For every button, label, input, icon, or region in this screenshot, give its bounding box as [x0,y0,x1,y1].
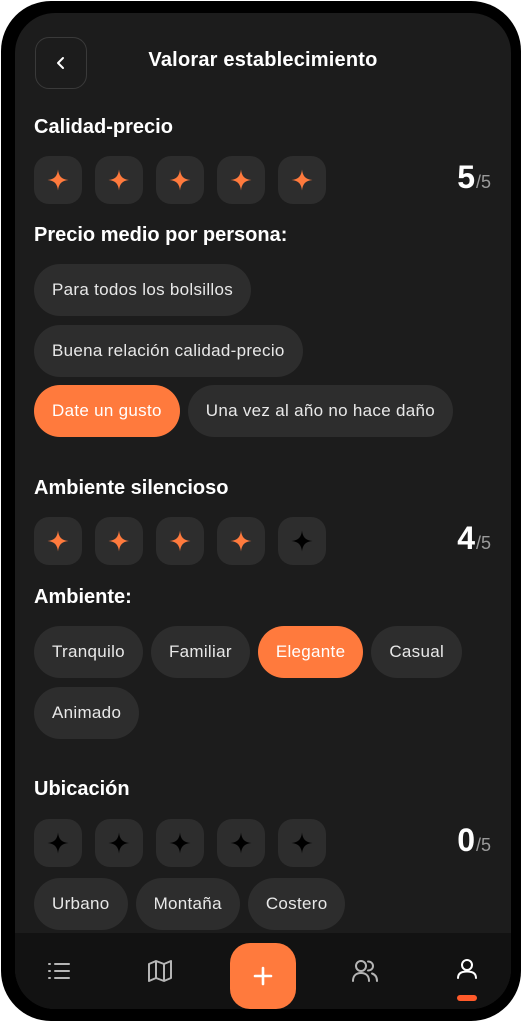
star-icon [169,530,191,552]
star-icon [230,832,252,854]
chip-option[interactable]: Para todos los bolsillos [34,264,252,316]
chip-option[interactable]: Animado [34,687,140,739]
star-icon [47,832,69,854]
star-icon [108,530,130,552]
rating-score: 4 /5 [457,520,491,557]
star-button[interactable] [95,517,143,565]
tab-list[interactable] [29,933,89,1009]
rating-stars[interactable] [34,819,326,867]
chip-option[interactable]: Urbano [34,878,128,930]
score-max: /5 [475,835,491,855]
star-icon [291,832,313,854]
score-value: 4 [457,520,475,556]
bottom-tab-bar [15,933,511,1009]
score-value: 0 [457,822,475,858]
chip-option[interactable]: Una vez al año no hace daño [187,385,454,437]
profile-icon [457,959,477,979]
star-button[interactable] [34,156,82,204]
score-value: 5 [457,159,475,195]
star-icon [230,530,252,552]
chip-option[interactable]: Montaña [135,878,240,930]
section-title-ubicacion: Ubicación [34,778,130,800]
chip-row: Urbano Montaña Costero [34,878,346,930]
tab-users[interactable] [335,933,395,1009]
phone-frame: Valorar establecimiento Calidad-precio 5… [1,1,521,1021]
star-icon [169,832,191,854]
star-button[interactable] [156,517,204,565]
chip-row: Date un gusto Una vez al año no hace dañ… [34,385,454,437]
star-button[interactable] [217,156,265,204]
star-icon [47,169,69,191]
page-title: Valorar establecimiento [148,49,378,71]
tab-map[interactable] [130,933,190,1009]
star-button[interactable] [95,819,143,867]
star-icon [291,530,313,552]
star-icon [108,169,130,191]
star-icon [230,169,252,191]
star-button[interactable] [278,819,326,867]
score-max: /5 [475,172,491,192]
chip-option[interactable]: Familiar [150,626,250,678]
star-button[interactable] [34,517,82,565]
rating-stars[interactable] [34,517,326,565]
star-button[interactable] [156,819,204,867]
chip-row: Para todos los bolsillos [34,264,252,316]
chip-option[interactable]: Elegante [257,626,364,678]
chip-option[interactable]: Date un gusto [34,385,180,437]
chip-option[interactable]: Costero [247,878,346,930]
rating-stars[interactable] [34,156,326,204]
star-icon [169,169,191,191]
active-tab-indicator [457,995,477,1001]
star-button[interactable] [217,517,265,565]
star-icon [108,832,130,854]
rating-score: 5 /5 [457,159,491,196]
chip-option[interactable]: Tranquilo [34,626,143,678]
star-icon [291,169,313,191]
users-icon [352,960,378,982]
plus-icon [253,966,273,986]
star-button[interactable] [278,156,326,204]
star-button[interactable] [217,819,265,867]
list-icon [48,963,70,979]
section-title-calidad-precio: Calidad-precio [34,116,173,138]
add-button[interactable] [230,943,296,1009]
star-button[interactable] [156,156,204,204]
rating-score: 0 /5 [457,822,491,859]
chip-row: Buena relación calidad-precio [34,325,303,377]
star-button[interactable] [278,517,326,565]
section-title-ambiente-silencioso: Ambiente silencioso [34,477,229,499]
score-max: /5 [475,533,491,553]
star-icon [47,530,69,552]
star-button[interactable] [34,819,82,867]
star-button[interactable] [95,156,143,204]
chips-title-precio: Precio medio por persona: [34,224,288,246]
chips-title-ambiente: Ambiente: [34,586,132,608]
screen: Valorar establecimiento Calidad-precio 5… [15,13,511,1009]
chip-option[interactable]: Casual [371,626,463,678]
map-icon [148,960,172,982]
chip-option[interactable]: Buena relación calidad-precio [34,325,303,377]
chip-row: Tranquilo Familiar Elegante Casual [34,626,463,678]
chip-row: Animado [34,687,140,739]
